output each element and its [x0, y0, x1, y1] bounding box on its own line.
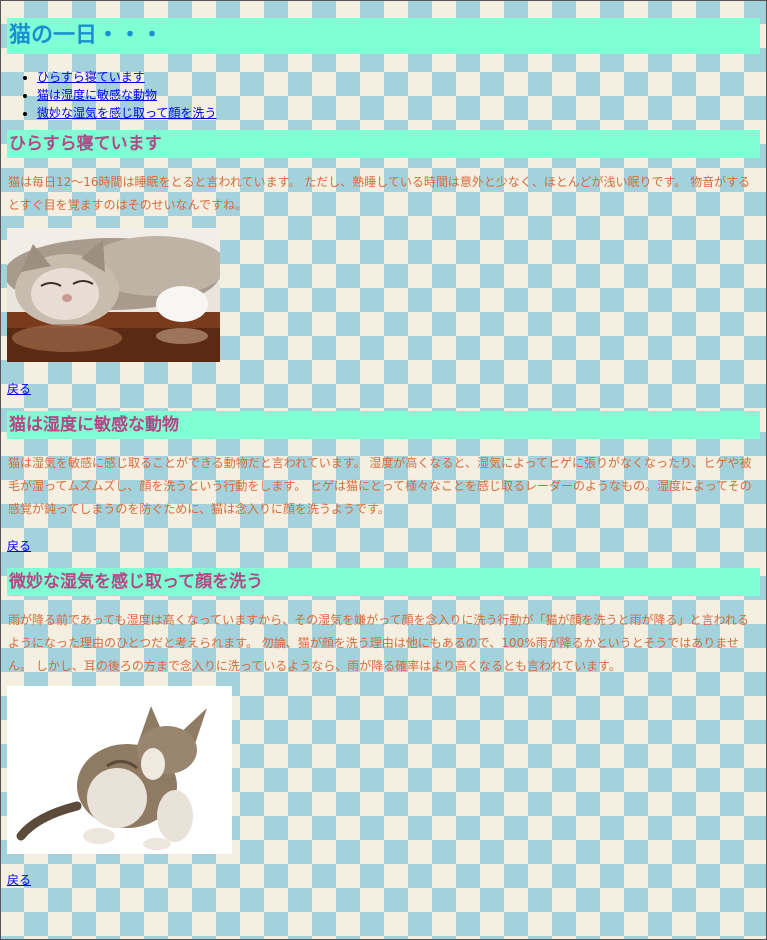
page-title: 猫の一日・・・ [7, 18, 760, 54]
section-sleeping: ひらすら寝ています 猫は毎日12～16時間は睡眠をとると言われています。 ただし… [7, 130, 760, 397]
section-heading: 微妙な湿気を感じ取って顔を洗う [7, 568, 760, 596]
back-link[interactable]: 戻る [7, 537, 760, 554]
section-face-washing: 微妙な湿気を感じ取って顔を洗う 雨が降る前であっても湿度は高くなっていますから、… [7, 568, 760, 888]
section-humidity: 猫は湿度に敏感な動物 猫は湿気を敏感に感じ取ることができる動物だと言われています… [7, 411, 760, 554]
table-of-contents: ひらすら寝ています 猫は湿度に敏感な動物 微妙な湿気を感じ取って顔を洗う [7, 68, 760, 122]
toc-link-sleeping[interactable]: ひらすら寝ています [37, 70, 145, 84]
section-heading: 猫は湿度に敏感な動物 [7, 411, 760, 439]
section-heading: ひらすら寝ています [7, 130, 760, 158]
page: 猫の一日・・・ ひらすら寝ています 猫は湿度に敏感な動物 微妙な湿気を感じ取って… [1, 1, 766, 888]
toc-link-face-washing[interactable]: 微妙な湿気を感じ取って顔を洗う [37, 106, 216, 120]
toc-link-humidity[interactable]: 猫は湿度に敏感な動物 [37, 88, 157, 102]
sleeping-cat-image [7, 228, 220, 362]
toc-item: 微妙な湿気を感じ取って顔を洗う [37, 104, 760, 122]
section-text: 猫は湿気を敏感に感じ取ることができる動物だと言われています。 湿度が高くなると、… [8, 456, 752, 516]
washing-cat-image [7, 686, 232, 854]
section-text: 雨が降る前であっても湿度は高くなっていますから、その湿気を嫌がって顔を念入りに洗… [8, 613, 749, 673]
back-link[interactable]: 戻る [7, 380, 760, 397]
back-link[interactable]: 戻る [7, 871, 760, 888]
toc-item: 猫は湿度に敏感な動物 [37, 86, 760, 104]
toc-item: ひらすら寝ています [37, 68, 760, 86]
section-text: 猫は毎日12～16時間は睡眠をとると言われています。 ただし、熟睡している時間は… [8, 175, 751, 212]
